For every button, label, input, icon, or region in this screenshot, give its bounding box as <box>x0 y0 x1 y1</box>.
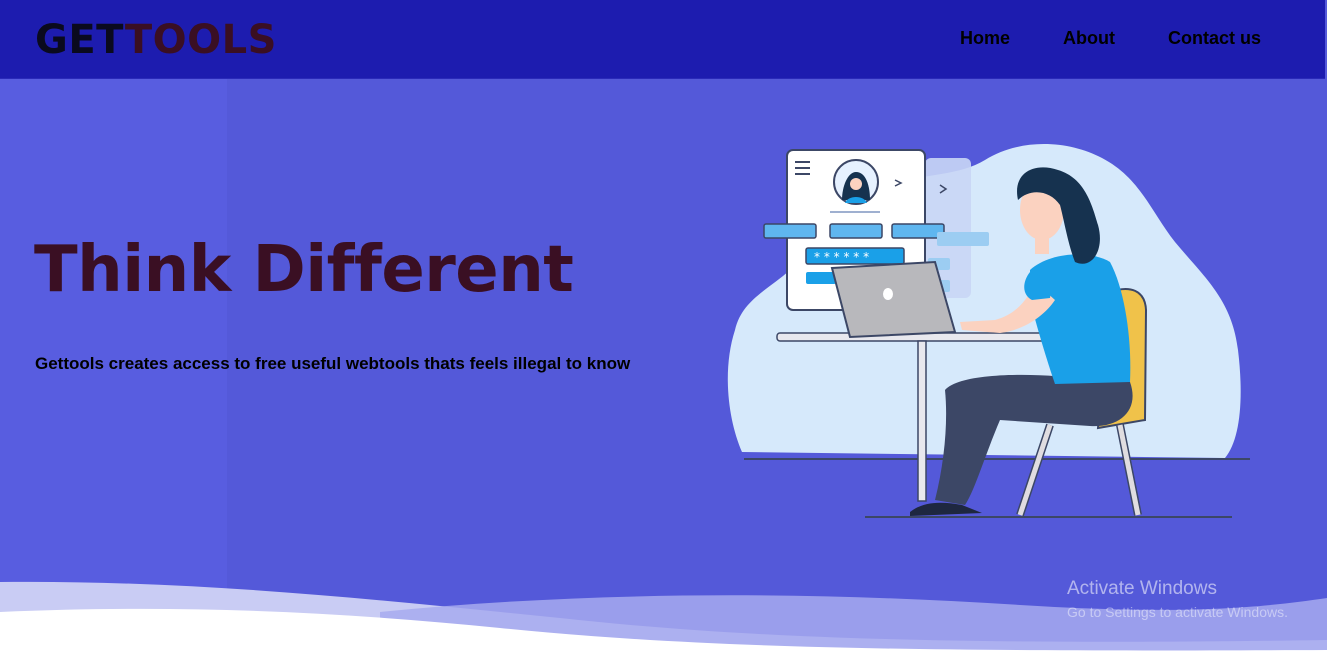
navbar: GETTOOLS Home About Contact us <box>0 0 1325 79</box>
logo-part-tools: TOOLS <box>124 17 277 63</box>
hero-title: Think Different <box>34 233 574 307</box>
svg-text:* * * * * *: * * * * * * <box>814 250 869 264</box>
hero-background-panel <box>0 79 227 599</box>
nav-link-home[interactable]: Home <box>960 28 1010 48</box>
nav-link-about[interactable]: About <box>1063 28 1115 48</box>
windows-activation-title: Activate Windows <box>1067 578 1217 599</box>
windows-activation-hint: Go to Settings to activate Windows. <box>1067 604 1288 620</box>
hero-subtitle: Gettools creates access to free useful w… <box>35 354 631 373</box>
logo[interactable]: GETTOOLS <box>35 16 277 64</box>
logo-part-get: GET <box>35 17 125 63</box>
nav-link-contact[interactable]: Contact us <box>1168 28 1261 48</box>
hero-illustration: * * * * * * <box>727 144 1250 518</box>
